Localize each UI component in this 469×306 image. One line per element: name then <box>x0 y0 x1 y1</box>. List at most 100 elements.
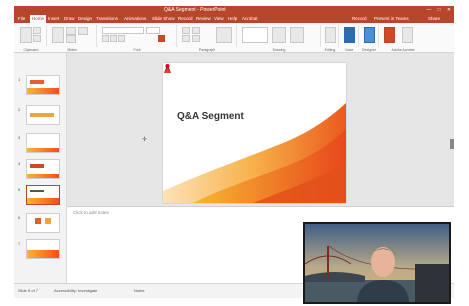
tab-view[interactable]: View <box>214 15 224 23</box>
tab-design[interactable]: Design <box>78 15 92 23</box>
thumbnail-number: 4 <box>18 161 21 166</box>
create-pdf-button[interactable] <box>384 27 395 43</box>
share-pdf-button[interactable] <box>402 27 413 43</box>
webcam-video-feed <box>305 224 449 302</box>
section-button[interactable] <box>66 35 76 43</box>
tab-draw[interactable]: Draw <box>64 15 75 23</box>
acrobat-label: Adobe Acrobat <box>391 48 415 52</box>
slide-thumbnail[interactable] <box>26 213 60 233</box>
slide-wave-graphic <box>163 103 346 203</box>
paragraph-group: Paragraph <box>178 25 237 52</box>
slide-thumbnail[interactable] <box>26 133 60 153</box>
align-center-button[interactable] <box>192 35 200 42</box>
paste-button[interactable] <box>20 27 32 43</box>
tab-insert[interactable]: Insert <box>48 15 59 23</box>
tab-animations[interactable]: Animations <box>124 15 146 23</box>
slide-editor: ✛ Q&A Segment <box>67 53 454 206</box>
clipboard-group: Clipboard <box>16 25 47 52</box>
slide-thumbnail[interactable] <box>26 239 60 259</box>
shapes-gallery[interactable] <box>242 27 268 43</box>
font-color-button[interactable] <box>158 35 165 42</box>
slide-title[interactable]: Q&A Segment <box>177 111 244 122</box>
tab-transitions[interactable]: Transitions <box>96 15 118 23</box>
paragraph-label: Paragraph <box>198 48 216 52</box>
arrange-button[interactable] <box>272 27 286 43</box>
slide-thumbnail[interactable] <box>26 105 60 125</box>
editing-group: Editing <box>322 25 339 52</box>
title-bar: Q&A Segment - PowerPoint — □ ✕ <box>14 6 454 14</box>
thumbnail-number: 3 <box>18 135 21 140</box>
tab-slide-show[interactable]: Slide Show <box>152 15 175 23</box>
acrobat-group: Adobe Acrobat <box>380 25 426 52</box>
document-title: Q&A Segment - PowerPoint <box>164 7 226 13</box>
tab-help[interactable]: Help <box>228 15 237 23</box>
cut-button[interactable] <box>33 27 41 34</box>
thumbnail-row[interactable]: 6 <box>18 213 62 233</box>
vertical-scrollbar[interactable] <box>450 139 454 149</box>
tab-acrobat[interactable]: Acrobat <box>242 15 258 23</box>
tab-home[interactable]: Home <box>30 15 47 23</box>
notes-toggle[interactable]: Notes <box>134 288 144 293</box>
record-button[interactable]: Record <box>352 15 367 23</box>
thumbnail-row[interactable]: 5 <box>18 185 62 205</box>
clipboard-label: Clipboard <box>23 48 39 52</box>
voice-label: Voice <box>344 48 354 52</box>
dictate-button[interactable] <box>344 27 355 43</box>
thumbnail-row[interactable]: 1 <box>18 75 62 95</box>
tab-record[interactable]: Record <box>178 15 193 23</box>
present-in-teams-button[interactable]: Present in Teams <box>374 15 409 23</box>
underline-button[interactable] <box>118 35 125 42</box>
share-button[interactable]: Share <box>428 15 440 23</box>
reset-button[interactable] <box>78 27 88 35</box>
tab-file[interactable]: File <box>18 15 25 23</box>
thumbnail-number: 2 <box>18 107 21 112</box>
slides-group: Slides <box>48 25 97 52</box>
copy-button[interactable] <box>33 35 41 42</box>
bold-button[interactable] <box>102 35 109 42</box>
convert-smartart-button[interactable] <box>216 27 232 43</box>
current-slide[interactable]: Q&A Segment <box>163 63 346 203</box>
notes-placeholder: Click to add notes <box>73 210 109 215</box>
designer-group: Designer <box>360 25 379 52</box>
thumbnail-number: 6 <box>18 215 21 220</box>
ribbon-tabs: File Home Insert Draw Design Transitions… <box>14 14 454 23</box>
ribbon: Clipboard Slides Font Paragraph Drawing … <box>14 23 454 53</box>
font-group: Font <box>98 25 177 52</box>
find-button[interactable] <box>325 27 336 43</box>
mouse-cursor-icon: ✛ <box>142 137 148 143</box>
close-button[interactable]: ✕ <box>444 6 454 14</box>
new-slide-button[interactable] <box>52 27 64 43</box>
thumbnail-number: 1 <box>18 77 21 82</box>
thumbnail-number: 7 <box>18 241 21 246</box>
italic-button[interactable] <box>110 35 117 42</box>
slide-thumbnail-pane: 1 2 3 4 5 6 7 <box>14 53 67 283</box>
font-size-select[interactable] <box>146 27 160 34</box>
thumbnail-row[interactable]: 7 <box>18 239 62 259</box>
thumbnail-row[interactable]: 3 <box>18 133 62 153</box>
align-left-button[interactable] <box>182 35 190 42</box>
slide-thumbnail-selected[interactable] <box>26 185 60 205</box>
bullets-button[interactable] <box>182 27 190 34</box>
voice-group: Voice <box>340 25 359 52</box>
layout-button[interactable] <box>66 27 76 35</box>
accessibility-status[interactable]: Accessibility: Investigate <box>54 288 97 293</box>
designer-label: Designer <box>361 48 376 52</box>
editing-label: Editing <box>324 48 336 52</box>
slide-thumbnail[interactable] <box>26 159 60 179</box>
quick-styles-button[interactable] <box>290 27 304 43</box>
webcam-overlay <box>303 222 451 304</box>
designer-button[interactable] <box>364 27 375 43</box>
font-name-select[interactable] <box>102 27 144 34</box>
drawing-label: Drawing <box>272 48 286 52</box>
font-label: Font <box>133 48 141 52</box>
minimize-button[interactable]: — <box>424 6 434 14</box>
partner-logo-icon <box>164 64 171 73</box>
numbering-button[interactable] <box>192 27 200 34</box>
tab-review[interactable]: Review <box>196 15 211 23</box>
thumbnail-row[interactable]: 4 <box>18 159 62 179</box>
drawing-group: Drawing <box>238 25 321 52</box>
slide-thumbnail[interactable] <box>26 75 60 95</box>
thumbnail-number: 5 <box>18 187 21 192</box>
thumbnail-row[interactable]: 2 <box>18 105 62 125</box>
maximize-button[interactable]: □ <box>434 6 444 14</box>
